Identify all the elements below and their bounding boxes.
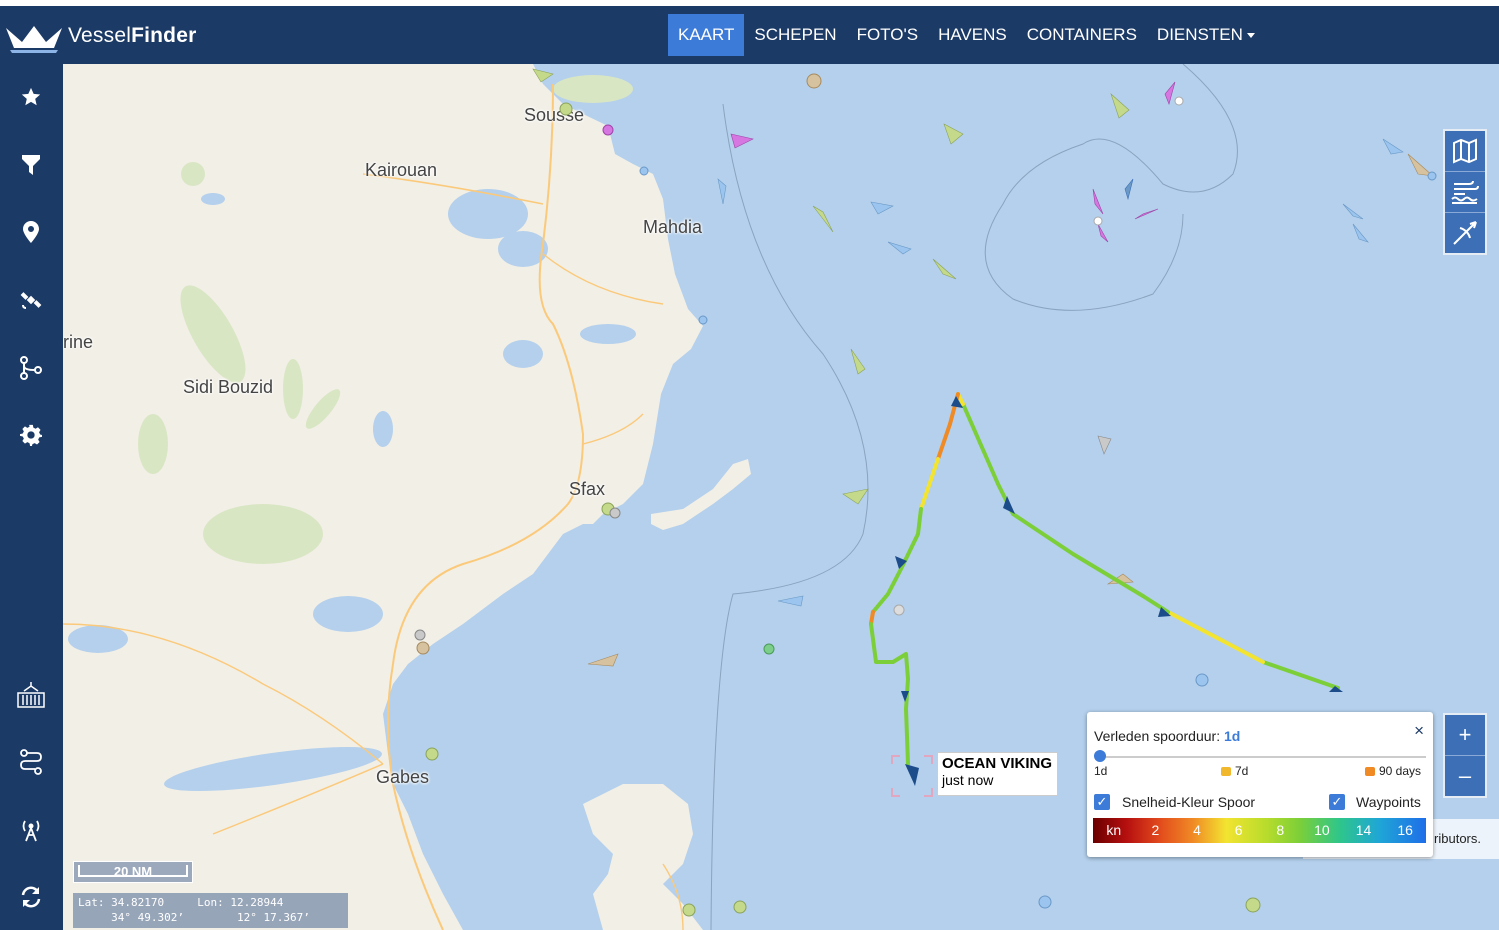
zoom-controls: + –	[1443, 713, 1487, 798]
scale-value: 2	[1151, 822, 1160, 838]
tick-7d: 7d	[1221, 764, 1248, 778]
navbar: VesselFinder KAART SCHEPEN FOTO'S HAVENS…	[0, 6, 1499, 64]
nav-schepen[interactable]: SCHEPEN	[744, 14, 846, 56]
weather-button[interactable]	[1445, 172, 1485, 213]
map-pin-icon	[23, 221, 39, 243]
chevron-down-icon	[1246, 33, 1255, 39]
lock-icon	[1365, 767, 1375, 776]
scale-unit: kn	[1106, 822, 1122, 838]
layer-controls	[1443, 129, 1487, 255]
vessel-name: OCEAN VIKING	[942, 755, 1053, 772]
nav-containers[interactable]: CONTAINERS	[1017, 14, 1147, 56]
cursor-coordinates: Lat: 34.82170 Lon: 12.28944 34° 49.302’ …	[73, 893, 348, 928]
filter-button[interactable]	[11, 145, 51, 185]
waypoints-checkbox[interactable]: ✓	[1329, 794, 1345, 810]
close-icon[interactable]: ×	[1414, 721, 1424, 741]
brand-name[interactable]: VesselFinder	[68, 24, 196, 48]
vessel-label[interactable]: OCEAN VIKING just now	[937, 752, 1058, 796]
scale-value: 14	[1355, 822, 1372, 838]
satellite-icon	[20, 292, 42, 309]
favorites-button[interactable]	[11, 77, 51, 117]
refresh-icon	[21, 886, 41, 908]
speed-color-label: Snelheid-Kleur Spoor	[1122, 794, 1256, 810]
ports-button[interactable]	[11, 675, 51, 715]
refresh-button[interactable]	[11, 877, 51, 917]
sidebar	[0, 64, 63, 930]
track-duration-panel: Verleden spoorduur: 1d × 1d 7d 90 days ✓…	[1087, 712, 1433, 857]
location-button[interactable]	[11, 212, 51, 252]
scale-value: 10	[1314, 822, 1330, 838]
compass-icon	[1453, 221, 1477, 245]
filter-icon	[22, 155, 40, 175]
main-nav: KAART SCHEPEN FOTO'S HAVENS CONTAINERS D…	[668, 14, 1265, 56]
lock-icon	[1221, 767, 1231, 776]
route-icon	[20, 356, 42, 380]
speed-color-checkbox[interactable]: ✓	[1094, 794, 1110, 810]
scale-value: 6	[1234, 822, 1243, 838]
zoom-out-button[interactable]: –	[1445, 756, 1485, 796]
star-icon	[21, 87, 41, 106]
antenna-icon	[22, 820, 40, 842]
tick-90d: 90 days	[1365, 764, 1421, 778]
speed-color-scale: kn 2 4 6 8 10 14 16	[1093, 818, 1426, 843]
vessel-position-icon[interactable]	[905, 764, 919, 786]
track-duration-title: Verleden spoorduur: 1d	[1094, 728, 1241, 744]
nav-fotos[interactable]: FOTO'S	[847, 14, 929, 56]
track-route-icon	[20, 749, 42, 775]
nav-diensten[interactable]: DIENSTEN	[1147, 14, 1265, 56]
vessel-updated: just now	[942, 772, 994, 788]
route-button[interactable]	[11, 348, 51, 388]
port-icon	[17, 682, 45, 708]
waypoints-label: Waypoints	[1356, 794, 1421, 810]
track-route-button[interactable]	[11, 742, 51, 782]
antenna-button[interactable]	[11, 810, 51, 850]
map-canvas[interactable]: Sousse Kairouan Mahdia rine Sidi Bouzid …	[63, 64, 1499, 930]
scale-value: 4	[1193, 822, 1201, 838]
map-layers-button[interactable]	[1445, 131, 1485, 172]
satellite-button[interactable]	[11, 280, 51, 320]
scale-label: 20 NM	[78, 865, 188, 879]
track-waypoints[interactable]	[895, 396, 1343, 702]
vessel-markers[interactable]	[532, 68, 1434, 667]
zoom-in-button[interactable]: +	[1445, 715, 1485, 756]
map-scale-bar: 20 NM	[73, 861, 193, 883]
nav-havens[interactable]: HAVENS	[928, 14, 1017, 56]
settings-button[interactable]	[11, 415, 51, 455]
track-duration-slider[interactable]	[1100, 756, 1426, 758]
measure-button[interactable]	[1445, 213, 1485, 253]
scale-value: 16	[1397, 822, 1413, 838]
tick-1d: 1d	[1094, 764, 1108, 778]
vessel-logo-icon[interactable]	[4, 20, 64, 56]
gear-icon	[20, 424, 42, 446]
wind-waves-icon	[1451, 180, 1479, 204]
scale-value: 8	[1276, 822, 1285, 838]
slider-handle[interactable]	[1094, 750, 1106, 762]
map-icon	[1453, 138, 1477, 164]
nav-kaart[interactable]: KAART	[668, 14, 745, 56]
